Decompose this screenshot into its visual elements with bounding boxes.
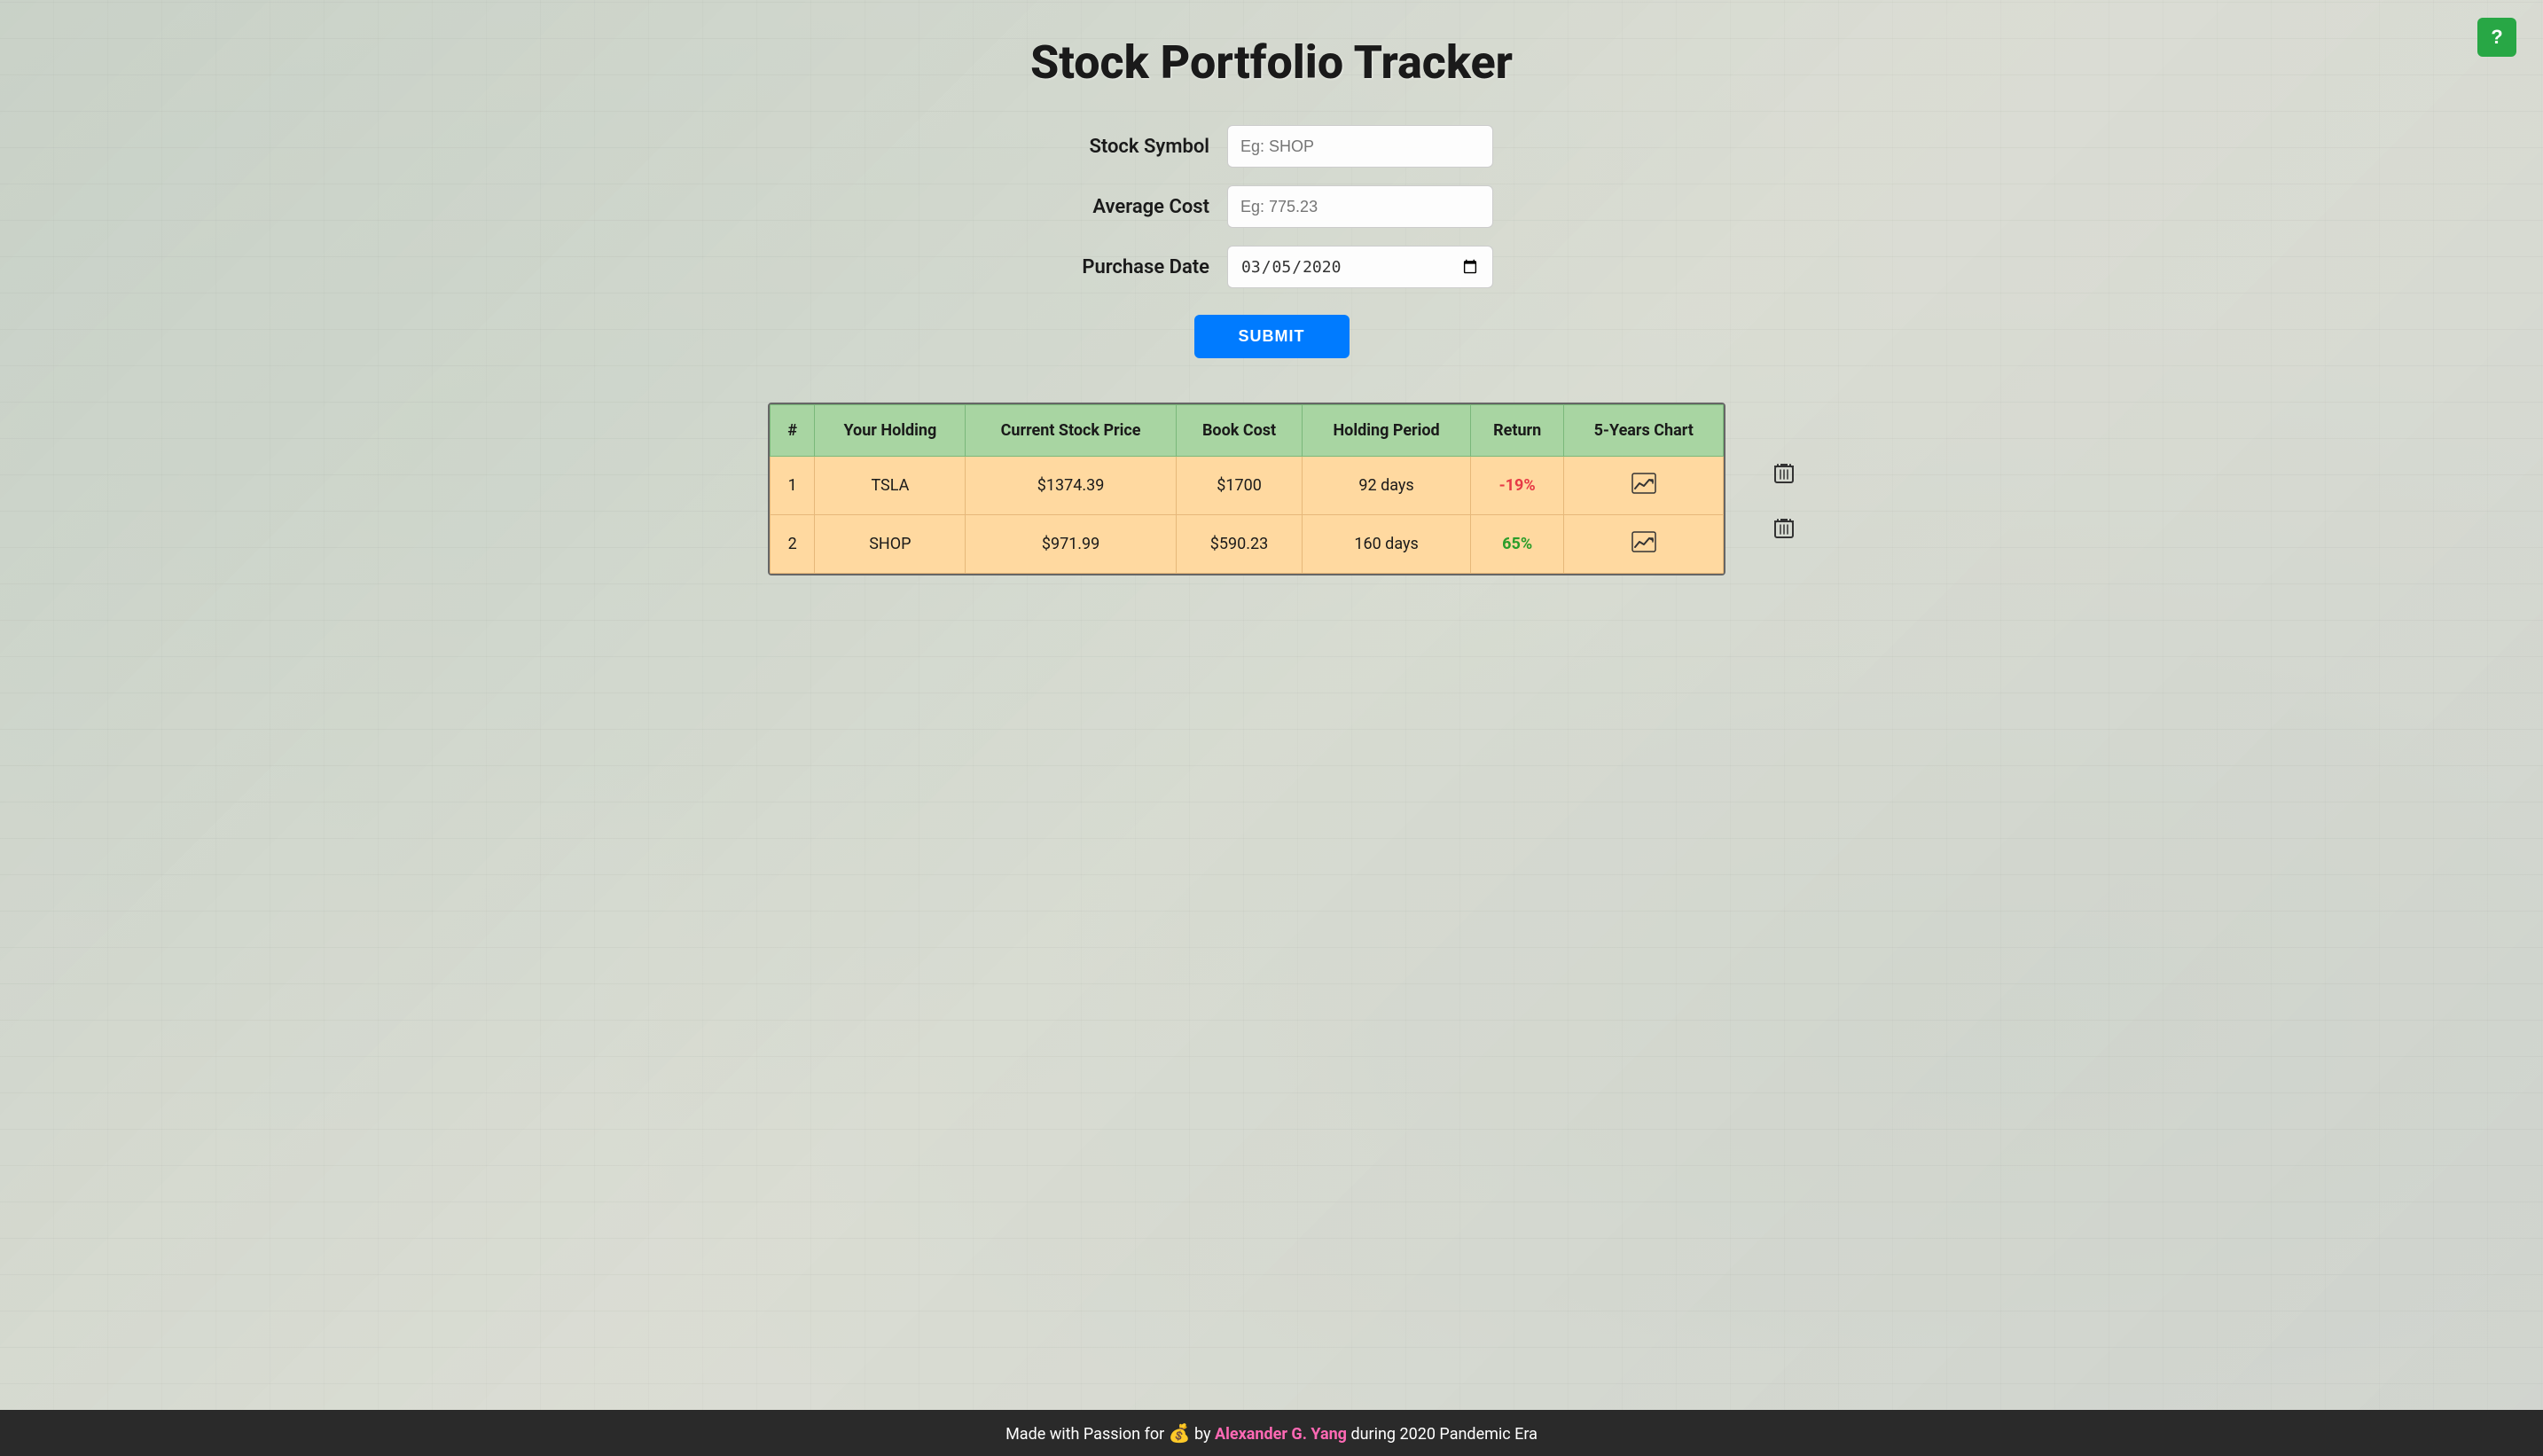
cell-holding: TSLA [815, 457, 966, 515]
delete-button[interactable] [1764, 445, 1804, 500]
cell-return: -19% [1470, 457, 1564, 515]
footer: Made with Passion for 💰 by Alexander G. … [0, 1410, 2543, 1456]
footer-author: Alexander G. Yang [1215, 1425, 1347, 1444]
cell-chart[interactable] [1564, 457, 1724, 515]
table-header-row: # Your Holding Current Stock Price Book … [771, 405, 1724, 457]
average-cost-input[interactable] [1227, 185, 1493, 228]
col-header-holding: Your Holding [815, 405, 966, 457]
portfolio-table-container: # Your Holding Current Stock Price Book … [768, 403, 1725, 575]
col-header-return: Return [1470, 405, 1564, 457]
purchase-date-row: Purchase Date [961, 246, 1582, 288]
col-header-stock-price: Current Stock Price [966, 405, 1176, 457]
purchase-date-label: Purchase Date [1050, 256, 1209, 278]
footer-text-before: Made with Passion for [1005, 1425, 1164, 1444]
portfolio-table: # Your Holding Current Stock Price Book … [770, 404, 1724, 574]
cell-holding-period: 92 days [1303, 457, 1471, 515]
col-header-chart: 5-Years Chart [1564, 405, 1724, 457]
cell-holding-period: 160 days [1303, 515, 1471, 574]
cell-chart[interactable] [1564, 515, 1724, 574]
col-header-num: # [771, 405, 815, 457]
page-title: Stock Portfolio Tracker [1030, 35, 1513, 90]
submit-button[interactable]: SUBMIT [1194, 315, 1350, 358]
table-row: 1 TSLA $1374.39 $1700 92 days -19% [771, 457, 1724, 515]
cell-stock-price: $971.99 [966, 515, 1176, 574]
cell-return: 65% [1470, 515, 1564, 574]
action-column [1764, 385, 1804, 555]
cell-book-cost: $1700 [1176, 457, 1303, 515]
footer-emoji: 💰 [1169, 1422, 1191, 1444]
cell-num: 2 [771, 515, 815, 574]
delete-button[interactable] [1764, 500, 1804, 555]
help-button[interactable]: ? [2477, 18, 2516, 57]
stock-symbol-label: Stock Symbol [1050, 136, 1209, 158]
cell-holding: SHOP [815, 515, 966, 574]
average-cost-label: Average Cost [1050, 196, 1209, 218]
average-cost-row: Average Cost [961, 185, 1582, 228]
cell-book-cost: $590.23 [1176, 515, 1303, 574]
footer-text-by: by [1194, 1425, 1211, 1444]
cell-stock-price: $1374.39 [966, 457, 1176, 515]
col-header-holding-period: Holding Period [1303, 405, 1471, 457]
stock-symbol-input[interactable] [1227, 125, 1493, 168]
chart-button[interactable] [1631, 531, 1656, 552]
chart-button[interactable] [1631, 473, 1656, 494]
col-header-book-cost: Book Cost [1176, 405, 1303, 457]
portfolio-section: # Your Holding Current Stock Price Book … [739, 385, 1804, 593]
purchase-date-input[interactable] [1227, 246, 1493, 288]
stock-form: Stock Symbol Average Cost Purchase Date … [961, 125, 1582, 358]
table-row: 2 SHOP $971.99 $590.23 160 days 65% [771, 515, 1724, 574]
stock-symbol-row: Stock Symbol [961, 125, 1582, 168]
footer-text-after: during 2020 Pandemic Era [1350, 1425, 1538, 1444]
cell-num: 1 [771, 457, 815, 515]
